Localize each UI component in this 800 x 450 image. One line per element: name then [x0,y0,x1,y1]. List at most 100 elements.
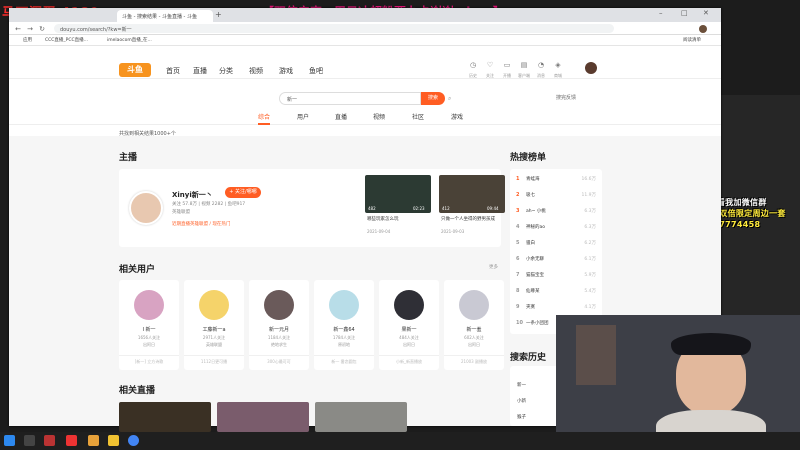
user-category: 出阿日 [403,342,415,347]
tab-all[interactable]: 综合 [258,112,270,121]
live-thumbnail[interactable] [315,402,407,432]
section-title-history: 搜索历史 [510,353,547,363]
app-icon[interactable] [44,435,55,446]
nav-video[interactable]: 视频 [249,66,263,76]
task-view-icon[interactable] [24,435,35,446]
user-extra: 300心最可可 [249,355,309,365]
hot-name: 一条小团团 [526,321,549,326]
video-card[interactable]: 482 02:23 哪些玩家怎么玩 2021-09-04 [365,175,431,235]
app-icon[interactable] [66,435,77,446]
user-card[interactable]: I 新一 1656人关注 出阿日 [新一] 立方诗歌 [119,280,179,370]
history-icon[interactable]: ◷ [468,61,478,69]
user-extra: [新一] 立方诗歌 [119,355,179,365]
list-item[interactable]: 3 ah~ 小桃 6.3万 [516,205,598,219]
video-title[interactable]: 哪些玩家怎么玩 [367,216,431,222]
anchor-recent[interactable]: 近期直播英雄联盟 / 现在热门 [172,221,230,227]
search-icon[interactable]: ⌕ [448,95,451,103]
close-icon[interactable]: ✕ [703,9,709,17]
anchor-name[interactable]: Xinyi新一丶 [172,190,213,200]
hot-name: 骚白 [526,241,535,246]
back-icon[interactable]: ← [14,25,22,33]
history-item[interactable]: 新一 [517,382,526,388]
bookmark-item[interactable]: imelaocom直播_在... [107,37,152,43]
forward-icon[interactable]: → [26,25,34,33]
video-title[interactable]: 只做一个人坐得的野男孩成 [441,216,505,222]
address-row: ← → ↻ douyu.com/search/?kw=新一 [9,22,721,35]
avatar[interactable] [134,290,164,320]
shop-icon[interactable]: ◈ [553,61,563,69]
history-item[interactable]: 猴子 [517,414,526,420]
nav-yuba[interactable]: 鱼吧 [309,66,323,76]
live-thumbnail[interactable] [119,402,211,432]
list-item[interactable]: 8 仙尊某 5.4万 [516,285,598,299]
folder-icon[interactable] [108,435,119,446]
user-name[interactable]: 工藤新一a [184,326,244,333]
chrome-icon[interactable] [128,435,139,446]
browser-tab[interactable]: 斗鱼 - 搜索结果 - 斗鱼直播 - 斗鱼 [117,10,213,22]
douyu-logo[interactable]: 斗鱼 [119,63,151,77]
hot-search-list: 1 青蛙海 16.6万 2 吸七 11.9万 3 ah~ 小桃 6.3万 4 神秘的ao 6.3… [510,169,602,334]
list-item[interactable]: 2 吸七 11.9万 [516,189,598,203]
avatar[interactable] [585,62,597,74]
user-name[interactable]: 果新一 [379,326,439,333]
search-button[interactable]: 搜索 [421,92,445,105]
nav-live[interactable]: 直播 [193,66,207,76]
video-date: 2021-09-04 [367,229,391,234]
app-icon[interactable] [88,435,99,446]
list-item[interactable]: 6 小余无聊 6.1万 [516,253,598,267]
anchor-card[interactable]: Xinyi新一丶 + 关注/哪哪 关注 57.8万 | 视频 2282 | 鱼吧… [119,169,505,247]
more-users-link[interactable]: 更多 [489,264,498,270]
avatar[interactable] [199,290,229,320]
list-item[interactable]: 5 骚白 6.2万 [516,237,598,251]
user-card[interactable]: 新一元月 1184人关注 绝地求生 300心最可可 [249,280,309,370]
bell-icon[interactable]: ◔ [536,61,546,69]
user-card[interactable]: 新一鑫64 1784人关注 原初地 新一 番恋圆包 [314,280,374,370]
follow-button[interactable]: + 关注/哪哪 [225,187,261,198]
feedback-link[interactable]: 搜完反馈 [556,94,576,101]
open-icon[interactable]: ▭ [502,61,512,69]
minimize-icon[interactable]: – [659,9,663,17]
list-item[interactable]: 7 猫猫宝宝 5.9万 [516,269,598,283]
tab-users[interactable]: 用户 [297,112,309,121]
tab-game[interactable]: 游戏 [451,112,463,121]
avatar[interactable] [329,290,359,320]
tab-live[interactable]: 直播 [335,112,347,121]
avatar[interactable] [129,191,163,225]
reading-list[interactable]: 阅读清单 [683,37,701,43]
nav-home[interactable]: 首页 [166,66,180,76]
view-count: 412 [442,206,450,211]
windows-start-icon[interactable] [4,435,15,446]
url-bar[interactable]: douyu.com/search/?kw=新一 [54,24,614,33]
avatar[interactable] [394,290,424,320]
tab-video[interactable]: 视频 [373,112,385,121]
user-name[interactable]: 新一鑫64 [314,326,374,333]
heart-icon[interactable]: ♡ [485,61,495,69]
nav-game[interactable]: 游戏 [279,66,293,76]
video-card[interactable]: 412 09:44 只做一个人坐得的野男孩成 2021-09-03 [439,175,505,235]
list-item[interactable]: 9 夹寞 4.1万 [516,301,598,315]
list-item[interactable]: 4 神秘的ao 6.3万 [516,221,598,235]
profile-icon[interactable] [699,25,707,33]
bookmark-item[interactable]: CCC直播_PCC直播... [45,37,88,43]
tab-community[interactable]: 社区 [412,112,424,121]
bookmark-apps[interactable]: 应用 [23,37,32,43]
user-name[interactable]: I 新一 [119,326,179,333]
list-item[interactable]: 1 青蛙海 16.6万 [516,173,598,187]
client-icon[interactable]: ▤ [519,61,529,69]
nav-category[interactable]: 分类 [219,66,233,76]
user-followers: 602人关注 [464,335,484,340]
live-thumbnail[interactable] [217,402,309,432]
user-card[interactable]: 果新一 484人关注 出阿日 小新_新直播放 [379,280,439,370]
maximize-icon[interactable]: □ [681,9,688,17]
user-card[interactable]: 工藤新一a 2971人关注 英雄联盟 1112日更可播 [184,280,244,370]
avatar[interactable] [459,290,489,320]
history-item[interactable]: 小新 [517,398,526,404]
reload-icon[interactable]: ↻ [38,25,46,33]
user-card[interactable]: 新一羞 602人关注 出阿日 21003 副播放 [444,280,504,370]
user-name[interactable]: 新一元月 [249,326,309,333]
user-name[interactable]: 新一羞 [444,326,504,333]
search-input[interactable]: 新一 [279,92,421,105]
avatar[interactable] [264,290,294,320]
new-tab-icon[interactable]: + [215,10,222,19]
rank: 4 [516,224,520,230]
